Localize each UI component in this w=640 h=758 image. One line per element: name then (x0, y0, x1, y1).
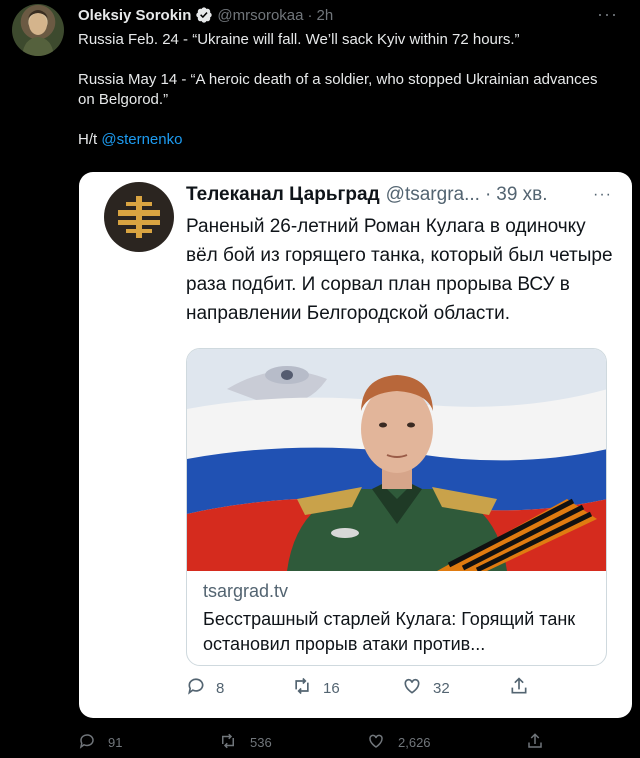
share-icon (526, 732, 556, 753)
link-title: Бесстрашный старлей Кулага: Горящий танк… (203, 609, 576, 654)
tweet-credit: H/t @sternenko (78, 130, 618, 150)
author-handle[interactable]: @mrsorokaa (217, 7, 303, 24)
tweet-line-1: Russia Feb. 24 - “Ukraine will fall. We’… (78, 31, 520, 48)
quoted-tweet-card[interactable]: Телеканал Царьград @tsargra... · 39 хв. … (79, 172, 632, 718)
quoted-actions-bar: 8 16 32 (186, 676, 546, 702)
reply-icon (186, 676, 216, 700)
quoted-like-button[interactable]: 32 (401, 676, 450, 700)
heart-icon (401, 676, 433, 700)
heart-icon (366, 732, 398, 753)
more-options-icon[interactable]: ··· (597, 4, 618, 25)
credit-prefix: H/t (78, 131, 102, 148)
quoted-reply-button[interactable]: 8 (186, 676, 224, 700)
tweet-actions-bar: 91 536 2,626 (78, 732, 558, 756)
tweet-line-2: Russia May 14 - “A heroic death of a sol… (78, 71, 598, 108)
quoted-retweet-button[interactable]: 16 (291, 676, 340, 700)
share-icon (509, 676, 539, 700)
quoted-like-count: 32 (433, 679, 450, 697)
retweet-icon (218, 732, 250, 753)
tweet-body: Russia Feb. 24 - “Ukraine will fall. We’… (78, 30, 618, 170)
quoted-more-icon[interactable]: ··· (593, 186, 612, 204)
quoted-retweet-count: 16 (323, 679, 340, 697)
quoted-share-button[interactable] (509, 676, 539, 700)
reply-count: 91 (108, 735, 123, 750)
quoted-text: Раненый 26-летний Роман Кулага в одиночк… (186, 216, 613, 324)
verified-badge-icon (195, 6, 213, 24)
quoted-header: Телеканал Царьград @tsargra... · 39 хв. … (186, 184, 612, 206)
separator-dot: · (307, 6, 313, 24)
quoted-author-avatar[interactable] (104, 182, 174, 252)
like-button[interactable]: 2,626 (366, 732, 431, 753)
retweet-icon (291, 676, 323, 700)
quoted-author-name[interactable]: Телеканал Царьград (186, 184, 380, 206)
mention-link[interactable]: @sternenko (101, 131, 182, 148)
author-name[interactable]: Oleksiy Sorokin (78, 7, 191, 24)
quoted-separator-dot: · (484, 184, 492, 205)
quoted-link-card[interactable]: tsargrad.tv Бесстрашный старлей Кулага: … (186, 348, 607, 666)
author-avatar[interactable] (12, 4, 64, 56)
reply-button[interactable]: 91 (78, 732, 122, 753)
tweet-time[interactable]: 2h (316, 7, 333, 24)
quoted-author-handle[interactable]: @tsargra... (386, 184, 480, 206)
tweet-header: Oleksiy Sorokin @mrsorokaa · 2h ··· (78, 4, 628, 26)
share-button[interactable] (526, 732, 556, 753)
retweet-button[interactable]: 536 (218, 732, 272, 753)
link-domain: tsargrad.tv (203, 581, 289, 601)
article-photo (187, 349, 606, 573)
quoted-time[interactable]: 39 хв. (496, 184, 547, 206)
like-count: 2,626 (398, 735, 431, 750)
reply-icon (78, 732, 108, 753)
quoted-reply-count: 8 (216, 679, 225, 697)
retweet-count: 536 (250, 735, 272, 750)
